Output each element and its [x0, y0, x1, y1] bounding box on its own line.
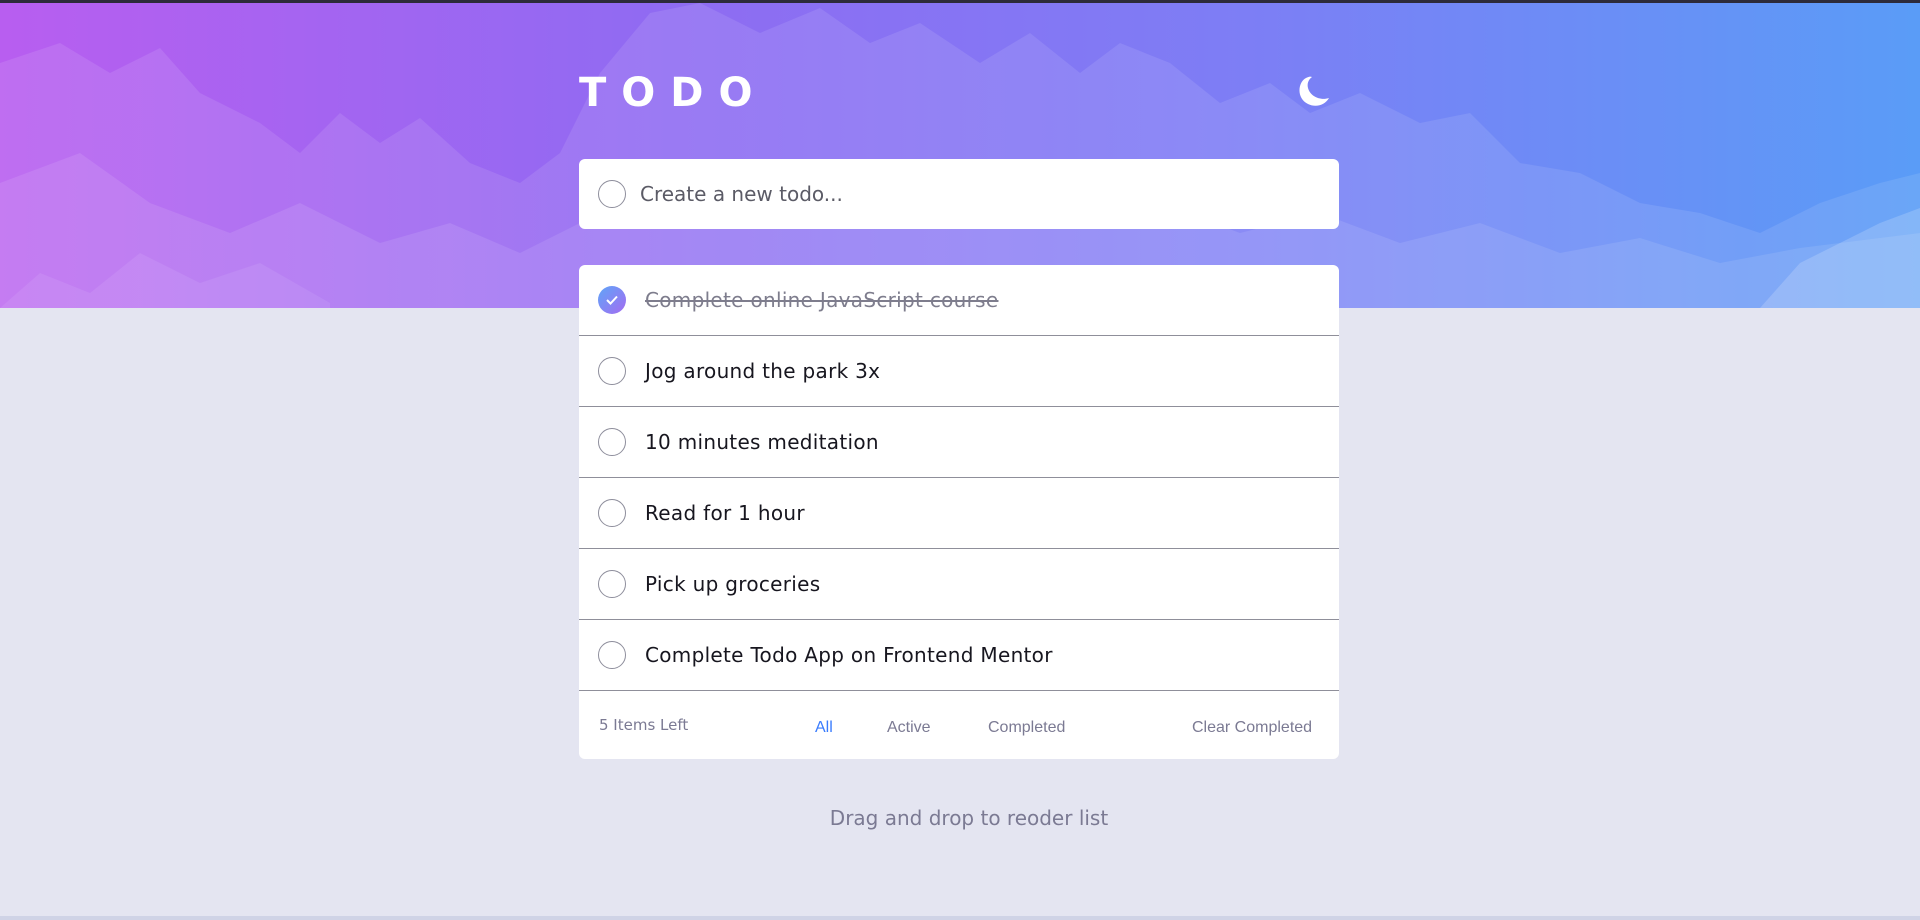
mountain-silhouette: [0, 3, 1920, 308]
drag-drop-hint: Drag and drop to reoder list: [829, 806, 1109, 830]
theme-toggle-button[interactable]: [1292, 74, 1332, 110]
todo-text: Complete online JavaScript course: [645, 288, 999, 312]
filter-active[interactable]: Active: [887, 719, 931, 737]
todo-text: Jog around the park 3x: [645, 359, 881, 383]
todo-checkbox-checked[interactable]: [598, 286, 626, 314]
todo-item[interactable]: Complete Todo App on Frontend Mentor: [579, 620, 1339, 691]
check-icon: [606, 295, 618, 305]
todo-item[interactable]: Pick up groceries: [579, 549, 1339, 620]
todo-checkbox[interactable]: [598, 570, 626, 598]
new-todo-input[interactable]: [638, 181, 1322, 207]
todo-list: Complete online JavaScript course Jog ar…: [579, 265, 1339, 759]
app-title: TODO: [579, 70, 768, 116]
items-left-count: 5 Items Left: [599, 716, 689, 734]
header-background-image: [0, 3, 1920, 308]
new-todo-bar: [579, 159, 1339, 229]
list-footer: 5 Items Left All Active Completed Clear …: [579, 691, 1339, 759]
todo-checkbox[interactable]: [598, 428, 626, 456]
todo-text: Pick up groceries: [645, 572, 821, 596]
filter-completed[interactable]: Completed: [988, 719, 1065, 737]
todo-text: Read for 1 hour: [645, 501, 805, 525]
todo-item[interactable]: 10 minutes meditation: [579, 407, 1339, 478]
new-todo-check-circle[interactable]: [598, 180, 626, 208]
todo-checkbox[interactable]: [598, 357, 626, 385]
window-bottom-border: [0, 916, 1920, 920]
todo-item[interactable]: Read for 1 hour: [579, 478, 1339, 549]
todo-item[interactable]: Jog around the park 3x: [579, 336, 1339, 407]
todo-checkbox[interactable]: [598, 641, 626, 669]
todo-checkbox[interactable]: [598, 499, 626, 527]
todo-item[interactable]: Complete online JavaScript course: [579, 265, 1339, 336]
todo-text: 10 minutes meditation: [645, 430, 879, 454]
clear-completed-button[interactable]: Clear Completed: [1192, 719, 1312, 737]
todo-text: Complete Todo App on Frontend Mentor: [645, 643, 1053, 667]
moon-icon: [1299, 76, 1329, 106]
filter-all[interactable]: All: [815, 719, 833, 737]
